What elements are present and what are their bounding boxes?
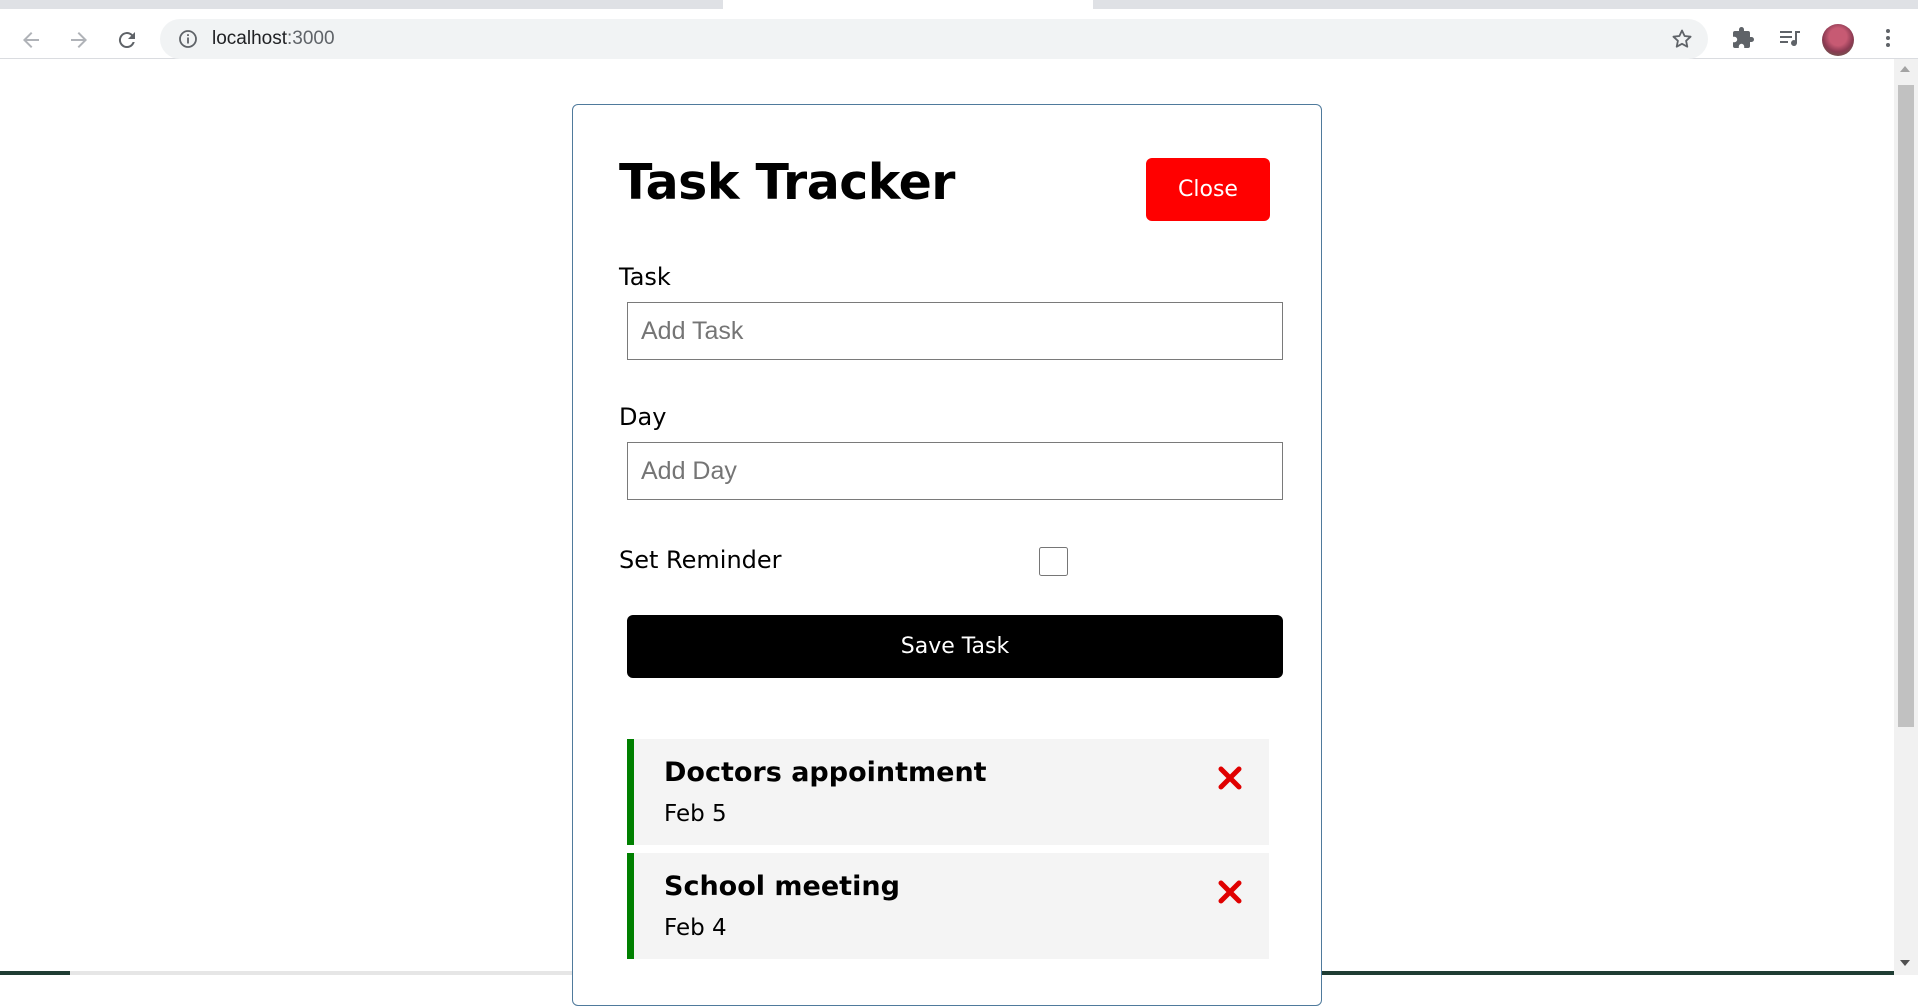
url-text: localhost:3000 <box>212 29 335 49</box>
scrollbar-thumb[interactable] <box>1898 85 1914 727</box>
task-day: Feb 4 <box>664 915 727 941</box>
reload-button[interactable] <box>110 23 144 57</box>
task-label: Task <box>619 263 671 291</box>
back-button[interactable] <box>14 23 48 57</box>
profile-avatar[interactable] <box>1822 24 1854 56</box>
task-input[interactable] <box>627 302 1283 360</box>
forward-button[interactable] <box>62 23 96 57</box>
info-icon[interactable] <box>178 29 198 49</box>
day-label: Day <box>619 403 667 431</box>
close-button[interactable]: Close <box>1146 158 1270 221</box>
task-item[interactable]: Doctors appointment Feb 5 <box>627 739 1269 845</box>
address-bar[interactable]: localhost:3000 <box>160 19 1708 59</box>
task-text: School meeting <box>664 871 900 902</box>
save-task-button[interactable]: Save Task <box>627 615 1283 678</box>
media-queue-button[interactable] <box>1775 23 1805 53</box>
reload-icon <box>118 32 135 49</box>
task-tracker-container: Task Tracker Close Task Day Set Reminder… <box>572 104 1322 1006</box>
tab-strip <box>0 0 1918 9</box>
forward-arrow-icon <box>71 32 87 48</box>
bottom-edge-segment <box>0 971 70 975</box>
back-arrow-icon <box>23 32 39 48</box>
url-port: :3000 <box>287 28 335 49</box>
reminder-label: Set Reminder <box>619 546 782 574</box>
url-host: localhost <box>212 28 287 49</box>
media-queue-icon <box>1780 31 1800 47</box>
page-scrollbar[interactable] <box>1894 59 1918 975</box>
extensions-button[interactable] <box>1728 23 1758 53</box>
browser-toolbar: localhost:3000 <box>0 9 1918 59</box>
day-input[interactable] <box>627 442 1283 500</box>
delete-task-icon[interactable] <box>1217 765 1243 791</box>
delete-task-icon[interactable] <box>1217 879 1243 905</box>
kebab-menu-icon <box>1886 29 1890 47</box>
star-icon[interactable] <box>1670 27 1694 51</box>
task-item[interactable]: School meeting Feb 4 <box>627 853 1269 959</box>
scroll-down-arrow-icon[interactable] <box>1900 960 1910 966</box>
task-day: Feb 5 <box>664 801 727 827</box>
scroll-up-arrow-icon[interactable] <box>1900 66 1910 72</box>
active-tab[interactable] <box>723 0 1093 9</box>
reminder-checkbox[interactable] <box>1039 547 1068 576</box>
task-text: Doctors appointment <box>664 757 987 788</box>
extensions-icon <box>1733 27 1754 48</box>
page-title: Task Tracker <box>619 154 955 211</box>
menu-button[interactable] <box>1873 23 1903 53</box>
